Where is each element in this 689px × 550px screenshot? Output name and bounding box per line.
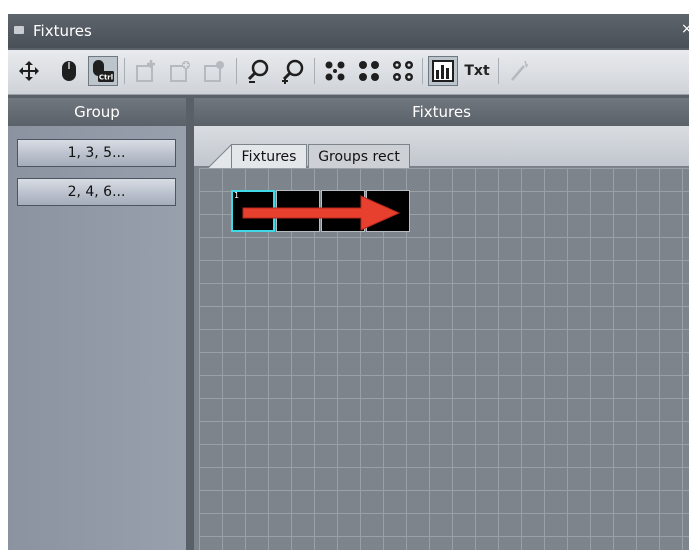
zoom-out-button[interactable] bbox=[244, 56, 274, 86]
dots-small-button[interactable] bbox=[388, 56, 418, 86]
text-toggle-button[interactable]: Txt bbox=[462, 56, 492, 86]
fixture-grid[interactable]: 1 bbox=[199, 168, 689, 550]
svg-text:Ctrl: Ctrl bbox=[99, 74, 113, 82]
tab-slant-decoration bbox=[208, 144, 232, 168]
group-button-odd[interactable]: 1, 3, 5... bbox=[17, 139, 176, 167]
fixture-settings-button[interactable] bbox=[200, 56, 230, 86]
mouse-ctrl-icon: Ctrl bbox=[93, 60, 114, 82]
zoom-in-icon bbox=[282, 59, 304, 84]
add-fixtures-icon bbox=[170, 61, 190, 82]
dots-medium-button[interactable] bbox=[354, 56, 384, 86]
move-button[interactable] bbox=[14, 56, 44, 86]
toolbar-separator bbox=[314, 58, 315, 84]
ctrl-select-button[interactable]: Ctrl bbox=[88, 56, 118, 86]
dots-small-icon bbox=[393, 61, 413, 81]
fixtures-panel: Fixtures Fixtures Groups rect 1 bbox=[194, 98, 689, 550]
levels-button[interactable] bbox=[428, 56, 458, 86]
add-fixture-icon bbox=[136, 60, 155, 82]
toolbar-separator bbox=[124, 58, 125, 84]
magic-wand-button[interactable] bbox=[504, 56, 534, 86]
tab-strip: Fixtures Groups rect bbox=[194, 126, 689, 168]
fixture-settings-icon bbox=[204, 61, 224, 82]
add-fixtures-button[interactable] bbox=[166, 56, 196, 86]
fixtures-window: Fixtures × Ctrl Txt Group 1, 3, 5... 2, … bbox=[8, 14, 689, 550]
window-titlebar[interactable]: Fixtures × bbox=[8, 14, 689, 48]
group-panel: Group 1, 3, 5... 2, 4, 6... bbox=[8, 98, 186, 550]
add-fixture-button[interactable] bbox=[132, 56, 162, 86]
dots-large-button[interactable] bbox=[320, 56, 350, 86]
tab-fixtures[interactable]: Fixtures bbox=[231, 144, 307, 168]
direction-arrow-annotation bbox=[242, 195, 401, 231]
toolbar-separator bbox=[422, 58, 423, 84]
toolbar-separator bbox=[498, 58, 499, 84]
dots-large-icon bbox=[325, 61, 345, 81]
toolbar-separator bbox=[236, 58, 237, 84]
mouse-icon bbox=[62, 61, 76, 81]
window-menu-icon[interactable] bbox=[14, 26, 24, 34]
group-panel-header: Group bbox=[8, 98, 186, 126]
zoom-in-button[interactable] bbox=[278, 56, 308, 86]
magic-wand-icon bbox=[511, 60, 528, 81]
dots-medium-icon bbox=[359, 61, 379, 81]
tab-groups-rect[interactable]: Groups rect bbox=[308, 144, 410, 168]
fixtures-panel-header: Fixtures bbox=[194, 98, 689, 126]
zoom-out-icon bbox=[247, 59, 269, 83]
mouse-button[interactable] bbox=[54, 56, 84, 86]
group-button-even[interactable]: 2, 4, 6... bbox=[17, 178, 176, 206]
levels-icon bbox=[432, 60, 454, 82]
move-icon bbox=[19, 61, 39, 81]
toolbar: Ctrl Txt bbox=[8, 50, 689, 95]
close-icon[interactable]: × bbox=[681, 21, 689, 37]
window-title: Fixtures bbox=[33, 22, 92, 40]
